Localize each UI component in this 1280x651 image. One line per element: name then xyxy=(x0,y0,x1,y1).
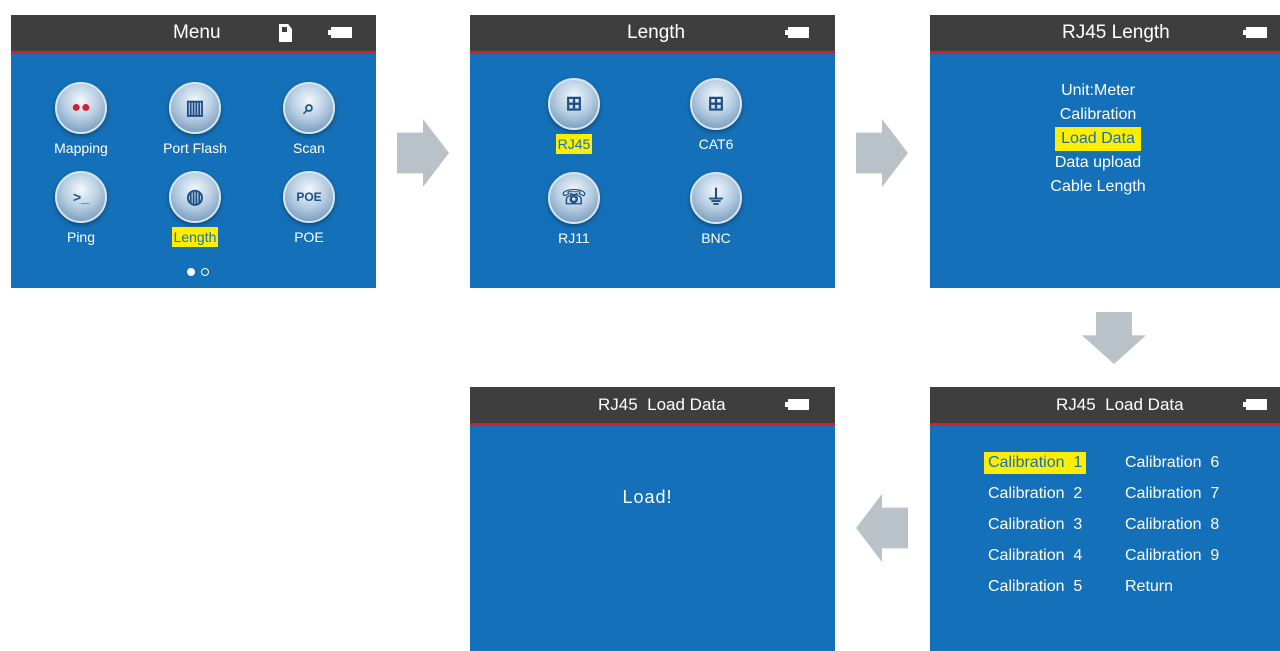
menu-item-cable-length[interactable]: Cable Length xyxy=(1044,175,1151,199)
load-list-titlebar: RJ45 Load Data xyxy=(930,387,1280,426)
ping-terminal-icon: >_ xyxy=(55,171,107,223)
length-screen: Length ⊞ RJ45 ⊞ CAT6 ☏ RJ11 ⏚ BNC xyxy=(470,15,835,288)
scan-magnifier-icon: ⌕ xyxy=(283,82,335,134)
app-scan[interactable]: ⌕ Scan xyxy=(259,82,359,158)
calibration-8[interactable]: Calibration 8 xyxy=(1121,514,1223,536)
app-mapping[interactable]: ●● Mapping xyxy=(31,82,131,158)
arrow-left-icon xyxy=(856,494,908,562)
app-poe[interactable]: POE POE xyxy=(259,171,359,247)
battery-icon xyxy=(1243,399,1267,410)
arrow-down-icon xyxy=(1082,312,1146,364)
menu-titlebar: Menu xyxy=(11,15,376,54)
calibration-1-selected[interactable]: Calibration 1 xyxy=(984,452,1087,474)
app-length[interactable]: ◍ Length xyxy=(145,171,245,247)
battery-icon xyxy=(785,27,809,38)
rj45-length-titlebar: RJ45 Length xyxy=(930,15,1280,54)
arrow-right-icon xyxy=(397,119,449,187)
page-title: Length xyxy=(627,22,686,43)
length-globe-icon: ◍ xyxy=(169,171,221,223)
app-bnc[interactable]: ⏚ BNC xyxy=(666,172,766,248)
battery-icon xyxy=(785,399,809,410)
app-label-selected: RJ45 xyxy=(555,134,593,154)
menu-item-load-data-selected[interactable]: Load Data xyxy=(1055,127,1141,151)
cat6-icon: ⊞ xyxy=(690,78,742,130)
rj45-length-menu: Unit:Meter Calibration Load Data Data up… xyxy=(930,79,1266,199)
rj45-load-data-list-screen: RJ45 Load Data Calibration 1 Calibration… xyxy=(930,387,1280,651)
app-label: RJ11 xyxy=(558,230,590,246)
rj45-load-data-done-screen: RJ45 Load Data Load! xyxy=(470,387,835,651)
menu-item-calibration[interactable]: Calibration xyxy=(1054,103,1142,127)
app-label: CAT6 xyxy=(698,136,734,152)
app-cat6[interactable]: ⊞ CAT6 xyxy=(666,78,766,154)
app-label: BNC xyxy=(701,230,731,246)
page-dot-inactive[interactable] xyxy=(201,268,209,276)
load-done-titlebar: RJ45 Load Data xyxy=(470,387,835,426)
app-label: Scan xyxy=(293,140,325,156)
app-rj45[interactable]: ⊞ RJ45 xyxy=(524,78,624,154)
page-title: RJ45 Load Data xyxy=(1056,395,1184,414)
page-title: RJ45 Length xyxy=(1062,22,1170,43)
sd-card-icon xyxy=(279,24,292,42)
calibration-2[interactable]: Calibration 2 xyxy=(984,483,1086,505)
page-title: Menu xyxy=(173,22,221,43)
calibration-4[interactable]: Calibration 4 xyxy=(984,545,1086,567)
menu-item-unit[interactable]: Unit:Meter xyxy=(1055,79,1141,103)
calibration-5[interactable]: Calibration 5 xyxy=(984,576,1086,598)
load-status-message: Load! xyxy=(622,487,673,507)
page-indicator xyxy=(187,263,215,281)
calibration-7[interactable]: Calibration 7 xyxy=(1121,483,1223,505)
bnc-icon: ⏚ xyxy=(690,172,742,224)
menu-screen: Menu ●● Mapping ▥ Port Flash ⌕ Scan >_ P… xyxy=(11,15,376,288)
return-item[interactable]: Return xyxy=(1121,576,1177,598)
app-label: POE xyxy=(294,229,324,245)
mapping-icon: ●● xyxy=(55,82,107,134)
app-port-flash[interactable]: ▥ Port Flash xyxy=(145,82,245,158)
app-ping[interactable]: >_ Ping xyxy=(31,171,131,247)
page-dot-active[interactable] xyxy=(187,268,195,276)
battery-icon xyxy=(328,27,352,38)
calibration-3[interactable]: Calibration 3 xyxy=(984,514,1086,536)
menu-item-data-upload[interactable]: Data upload xyxy=(1049,151,1147,175)
port-flash-icon: ▥ xyxy=(169,82,221,134)
rj45-icon: ⊞ xyxy=(548,78,600,130)
length-titlebar: Length xyxy=(470,15,835,54)
poe-icon: POE xyxy=(283,171,335,223)
app-label: Mapping xyxy=(54,140,108,156)
rj11-icon: ☏ xyxy=(548,172,600,224)
battery-icon xyxy=(1243,27,1267,38)
arrow-right-icon xyxy=(856,119,908,187)
rj45-length-screen: RJ45 Length Unit:Meter Calibration Load … xyxy=(930,15,1280,288)
app-label: Port Flash xyxy=(163,140,227,156)
app-label: Ping xyxy=(66,229,96,245)
page-title: RJ45 Load Data xyxy=(598,395,726,414)
calibration-9[interactable]: Calibration 9 xyxy=(1121,545,1223,567)
app-label-selected: Length xyxy=(171,227,219,247)
app-rj11[interactable]: ☏ RJ11 xyxy=(524,172,624,248)
calibration-6[interactable]: Calibration 6 xyxy=(1121,452,1223,474)
